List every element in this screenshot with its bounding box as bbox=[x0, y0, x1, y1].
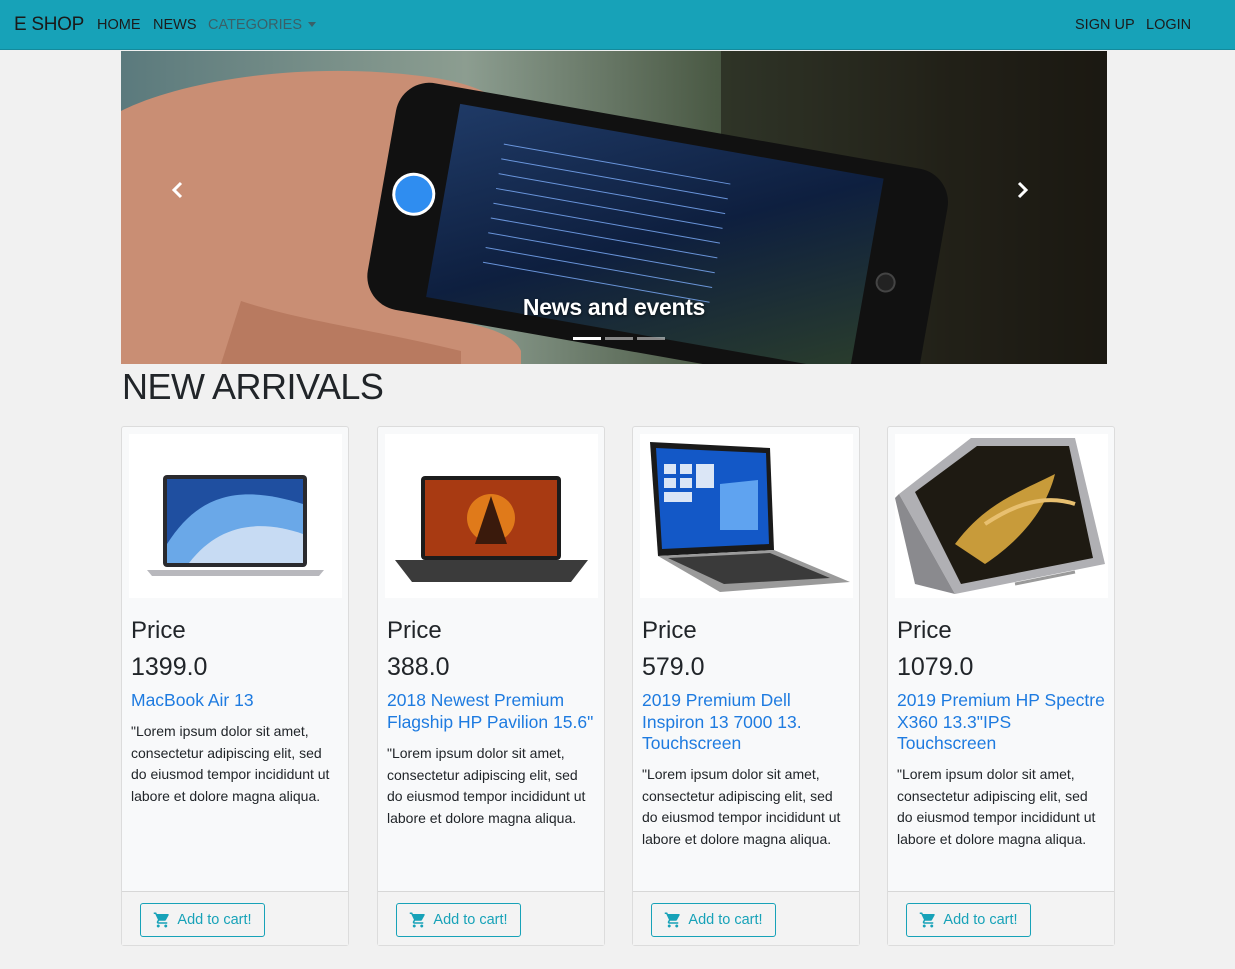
nav-signup[interactable]: SIGN UP bbox=[1075, 17, 1135, 33]
product-description: "Lorem ipsum dolor sit amet, consectetur… bbox=[897, 766, 1096, 847]
product-image[interactable] bbox=[129, 434, 342, 598]
shopping-cart-icon bbox=[154, 912, 170, 928]
carousel-indicator-1[interactable] bbox=[573, 337, 601, 340]
card-footer: Add to cart! bbox=[888, 891, 1114, 945]
product-image[interactable] bbox=[385, 434, 598, 598]
add-to-cart-button[interactable]: Add to cart! bbox=[140, 903, 265, 937]
carousel-indicator-3[interactable] bbox=[637, 337, 665, 340]
hero-carousel: News and events bbox=[121, 51, 1107, 364]
price-label: Price bbox=[642, 617, 697, 644]
product-description: "Lorem ipsum dolor sit amet, consectetur… bbox=[131, 723, 330, 804]
nav-categories-label: CATEGORIES bbox=[208, 17, 302, 33]
carousel-prev-button[interactable] bbox=[171, 181, 221, 231]
product-card: Price 1079.0 2019 Premium HP Spectre X36… bbox=[887, 426, 1115, 946]
product-title-link[interactable]: 2018 Newest Premium Flagship HP Pavilion… bbox=[387, 690, 601, 733]
navbar: E SHOP HOME NEWS CATEGORIES SIGN UP LOGI… bbox=[0, 0, 1235, 50]
shopping-cart-icon bbox=[920, 912, 936, 928]
price-value: 1079.0 bbox=[897, 653, 974, 681]
price-label: Price bbox=[131, 617, 186, 644]
product-card: Price 1399.0 MacBook Air 13 "Lorem ipsum… bbox=[121, 426, 349, 946]
add-to-cart-button[interactable]: Add to cart! bbox=[396, 903, 521, 937]
nav-home[interactable]: HOME bbox=[97, 17, 141, 33]
carousel-next-button[interactable] bbox=[1015, 181, 1065, 231]
price-label: Price bbox=[387, 617, 442, 644]
product-image[interactable] bbox=[895, 434, 1108, 598]
card-footer: Add to cart! bbox=[633, 891, 859, 945]
product-card: Price 579.0 2019 Premium Dell Inspiron 1… bbox=[632, 426, 860, 946]
price-value: 1399.0 bbox=[131, 653, 208, 681]
add-to-cart-label: Add to cart! bbox=[433, 912, 508, 928]
carousel-indicator-2[interactable] bbox=[605, 337, 633, 340]
product-title-link[interactable]: 2019 Premium HP Spectre X360 13.3"IPS To… bbox=[897, 690, 1111, 755]
section-title: NEW ARRIVALS bbox=[122, 366, 384, 407]
chevron-right-icon bbox=[1017, 181, 1029, 199]
add-to-cart-label: Add to cart! bbox=[688, 912, 763, 928]
add-to-cart-label: Add to cart! bbox=[943, 912, 1018, 928]
carousel-indicators bbox=[573, 337, 665, 340]
product-title-link[interactable]: MacBook Air 13 bbox=[131, 690, 345, 712]
card-footer: Add to cart! bbox=[122, 891, 348, 945]
add-to-cart-label: Add to cart! bbox=[177, 912, 252, 928]
nav-news[interactable]: NEWS bbox=[153, 17, 197, 33]
shopping-cart-icon bbox=[665, 912, 681, 928]
add-to-cart-button[interactable]: Add to cart! bbox=[906, 903, 1031, 937]
price-value: 579.0 bbox=[642, 653, 705, 681]
product-card: Price 388.0 2018 Newest Premium Flagship… bbox=[377, 426, 605, 946]
price-value: 388.0 bbox=[387, 653, 450, 681]
product-image[interactable] bbox=[640, 434, 853, 598]
card-footer: Add to cart! bbox=[378, 891, 604, 945]
nav-categories-dropdown[interactable]: CATEGORIES bbox=[208, 17, 316, 33]
shopping-cart-icon bbox=[410, 912, 426, 928]
product-description: "Lorem ipsum dolor sit amet, consectetur… bbox=[387, 745, 586, 826]
caret-down-icon bbox=[308, 22, 316, 27]
product-description: "Lorem ipsum dolor sit amet, consectetur… bbox=[642, 766, 841, 847]
add-to-cart-button[interactable]: Add to cart! bbox=[651, 903, 776, 937]
carousel-caption: News and events bbox=[522, 294, 706, 320]
product-title-link[interactable]: 2019 Premium Dell Inspiron 13 7000 13. T… bbox=[642, 690, 856, 755]
chevron-left-icon bbox=[171, 181, 183, 199]
price-label: Price bbox=[897, 617, 952, 644]
nav-login[interactable]: LOGIN bbox=[1146, 17, 1191, 33]
brand-logo[interactable]: E SHOP bbox=[14, 14, 84, 36]
